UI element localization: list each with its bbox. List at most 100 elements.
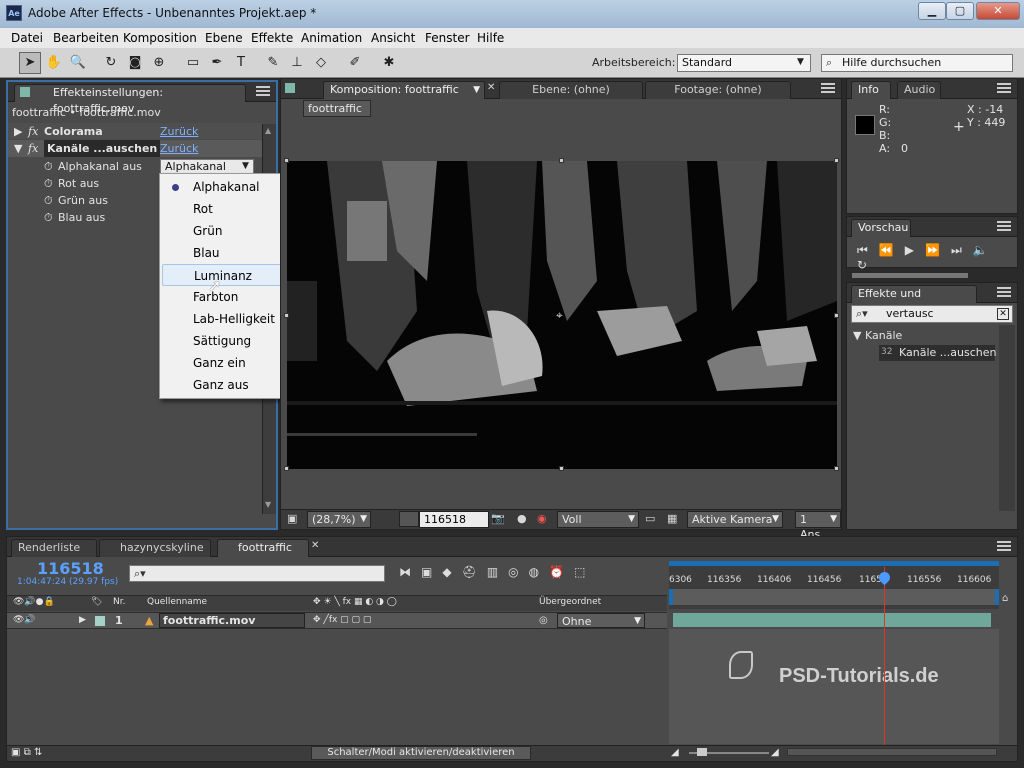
pen-tool-icon[interactable]: ✒ <box>206 52 228 74</box>
menu-bearbeiten[interactable]: Bearbeiten <box>53 31 119 45</box>
eraser-tool-icon[interactable]: ◇ <box>310 52 332 74</box>
first-frame-icon[interactable]: ⏮ <box>857 243 879 257</box>
minimize-button[interactable]: ▁ <box>918 2 946 20</box>
work-area-bar[interactable] <box>669 561 999 566</box>
tab-preview[interactable]: Vorschau <box>851 219 911 237</box>
parent-select[interactable]: Ohne <box>557 613 645 629</box>
tab-info[interactable]: Info <box>851 81 891 99</box>
footer-icons[interactable]: ▣ ⧉ ⇅ <box>11 744 42 761</box>
audio-icon[interactable]: 🔈 <box>973 243 999 257</box>
effect-shift-channels[interactable]: Kanäle ...auschen <box>44 140 161 157</box>
layer-switches-icon[interactable]: ✥ ╱fx ▢ ▢ ▢ <box>313 612 371 629</box>
loop-icon[interactable]: ↻ <box>857 258 878 272</box>
panel-menu-icon[interactable] <box>256 86 270 96</box>
timeline-search-input[interactable]: ⌕▾ <box>129 565 385 582</box>
hide-shy-icon[interactable]: ⛑ <box>462 565 487 579</box>
menu-hilfe[interactable]: Hilfe <box>477 31 504 45</box>
menu-fenster[interactable]: Fenster <box>425 31 470 45</box>
tab-audio[interactable]: Audio <box>897 81 941 99</box>
camera-tool-icon[interactable]: ◙ <box>124 52 146 74</box>
menu-komposition[interactable]: Komposition <box>123 31 197 45</box>
close-tab-icon[interactable]: ✕ <box>311 540 319 551</box>
zoom-out-icon[interactable]: ◢ <box>671 744 679 761</box>
show-snapshot-icon[interactable]: ● <box>517 512 527 525</box>
channel-icon[interactable]: ◉ <box>537 512 547 525</box>
puppet-tool-icon[interactable]: ✱ <box>378 52 400 74</box>
help-search-input[interactable]: ⌕ Hilfe durchsuchen <box>821 54 1013 72</box>
tab-composition[interactable]: Komposition: foottraffic ▼ <box>323 81 485 99</box>
zoom-select[interactable]: (28,7%) <box>307 511 371 528</box>
transform-handle[interactable] <box>559 158 564 163</box>
stopwatch-icon[interactable]: ⏱ <box>44 175 53 192</box>
last-frame-icon[interactable]: ⏭ <box>951 243 973 257</box>
twirl-layer-icon[interactable]: ▶ <box>79 612 86 629</box>
zoom-in-icon[interactable]: ◢ <box>771 744 779 761</box>
tab-effects-presets[interactable]: Effekte und Vorgaben <box>851 285 977 316</box>
tab-effect-controls[interactable]: Effekteinstellungen: foottraffic.mov <box>14 84 246 115</box>
tab-layer[interactable]: Ebene: (ohne) <box>499 81 643 99</box>
reset-colorama-link[interactable]: Zurück <box>160 123 198 140</box>
toggle-switches-modes-button[interactable]: Schalter/Modi aktivieren/deaktivieren <box>311 746 531 760</box>
layer-name[interactable]: foottraffic.mov <box>163 612 255 629</box>
panel-menu-icon[interactable] <box>997 541 1011 551</box>
menu-effekte[interactable]: Effekte <box>251 31 293 45</box>
comp-marker-icon[interactable]: ⬚ <box>574 565 595 579</box>
next-frame-icon[interactable]: ⏩ <box>925 243 951 257</box>
timeline-zoom-thumb[interactable] <box>697 748 707 756</box>
stopwatch-icon[interactable]: ⏱ <box>44 192 53 209</box>
transform-handle[interactable] <box>834 466 839 471</box>
twirl-shift-channels-icon[interactable]: ▼ <box>14 140 22 157</box>
prev-frame-icon[interactable]: ⏪ <box>879 243 905 257</box>
maximize-button[interactable]: ▢ <box>946 2 974 20</box>
transform-handle[interactable] <box>834 313 839 318</box>
preview-scrollbar[interactable] <box>852 273 968 278</box>
zoom-tool-icon[interactable]: 🔍 <box>67 52 89 74</box>
time-navigator[interactable] <box>669 589 999 605</box>
col-source-name[interactable]: Quellenname <box>147 594 207 611</box>
pickwhip-icon[interactable]: ◎ <box>539 612 548 629</box>
frame-blend-icon[interactable]: ▥ <box>487 565 508 579</box>
menu-ansicht[interactable]: Ansicht <box>371 31 415 45</box>
view-layout-select[interactable]: 1 Ans... <box>795 511 841 541</box>
snapshot-icon[interactable]: 📷 <box>491 512 505 525</box>
clear-search-icon[interactable]: ✕ <box>997 308 1009 320</box>
transform-handle[interactable] <box>284 158 289 163</box>
effects-search-input[interactable]: ⌕▾ vertausc ✕ <box>851 305 1013 323</box>
alpha-source-select[interactable]: Alphakanal <box>160 159 254 174</box>
anchor-point-icon[interactable]: ⌖ <box>556 308 563 323</box>
playhead-line[interactable] <box>884 567 885 749</box>
draft3d-icon[interactable]: ◆ <box>442 565 461 579</box>
comp-flowchart-button[interactable]: foottraffic <box>303 100 371 117</box>
menu-ebene[interactable]: Ebene <box>205 31 243 45</box>
safe-margins-icon[interactable] <box>399 511 419 527</box>
hand-tool-icon[interactable]: ✋ <box>43 52 65 74</box>
clone-stamp-tool-icon[interactable]: ⊥ <box>286 52 308 74</box>
close-tab-icon[interactable]: ✕ <box>487 82 495 93</box>
transform-handle[interactable] <box>284 466 289 471</box>
twirl-category-icon[interactable]: ▼ <box>853 327 861 344</box>
menu-animation[interactable]: Animation <box>301 31 362 45</box>
comp-button-icon[interactable]: ⌂ <box>1002 593 1008 604</box>
graph-editor-icon[interactable]: ⏰ <box>549 565 574 579</box>
transform-handle[interactable] <box>284 313 289 318</box>
effects-presets-scrollbar[interactable] <box>999 325 1015 511</box>
transform-handle[interactable] <box>559 466 564 471</box>
panel-menu-icon[interactable] <box>997 83 1011 93</box>
transform-handle[interactable] <box>834 158 839 163</box>
region-icon[interactable]: ▣ <box>287 512 297 525</box>
panel-menu-icon[interactable] <box>997 221 1011 231</box>
tab-foottraffic[interactable]: foottraffic <box>217 539 309 557</box>
tab-footage[interactable]: Footage: (ohne) <box>645 81 791 99</box>
panel-menu-icon[interactable] <box>997 287 1011 297</box>
effect-colorama[interactable]: Colorama <box>44 123 103 140</box>
current-time-field[interactable]: 116518 <box>419 511 489 528</box>
motion-blur-icon[interactable]: ◎ <box>508 565 528 579</box>
scroll-down-icon[interactable]: ▼ <box>265 500 271 509</box>
layer-duration-bar[interactable] <box>673 613 991 627</box>
timeline-timecode[interactable]: 116518 <box>37 559 104 578</box>
brush-tool-icon[interactable]: ✎ <box>262 52 284 74</box>
label-color-swatch[interactable] <box>95 616 105 626</box>
live-update-icon[interactable]: ▣ <box>421 565 442 579</box>
video-toggle-icon[interactable]: 👁🔊 <box>13 612 36 629</box>
selection-tool-icon[interactable]: ➤ <box>19 52 41 74</box>
